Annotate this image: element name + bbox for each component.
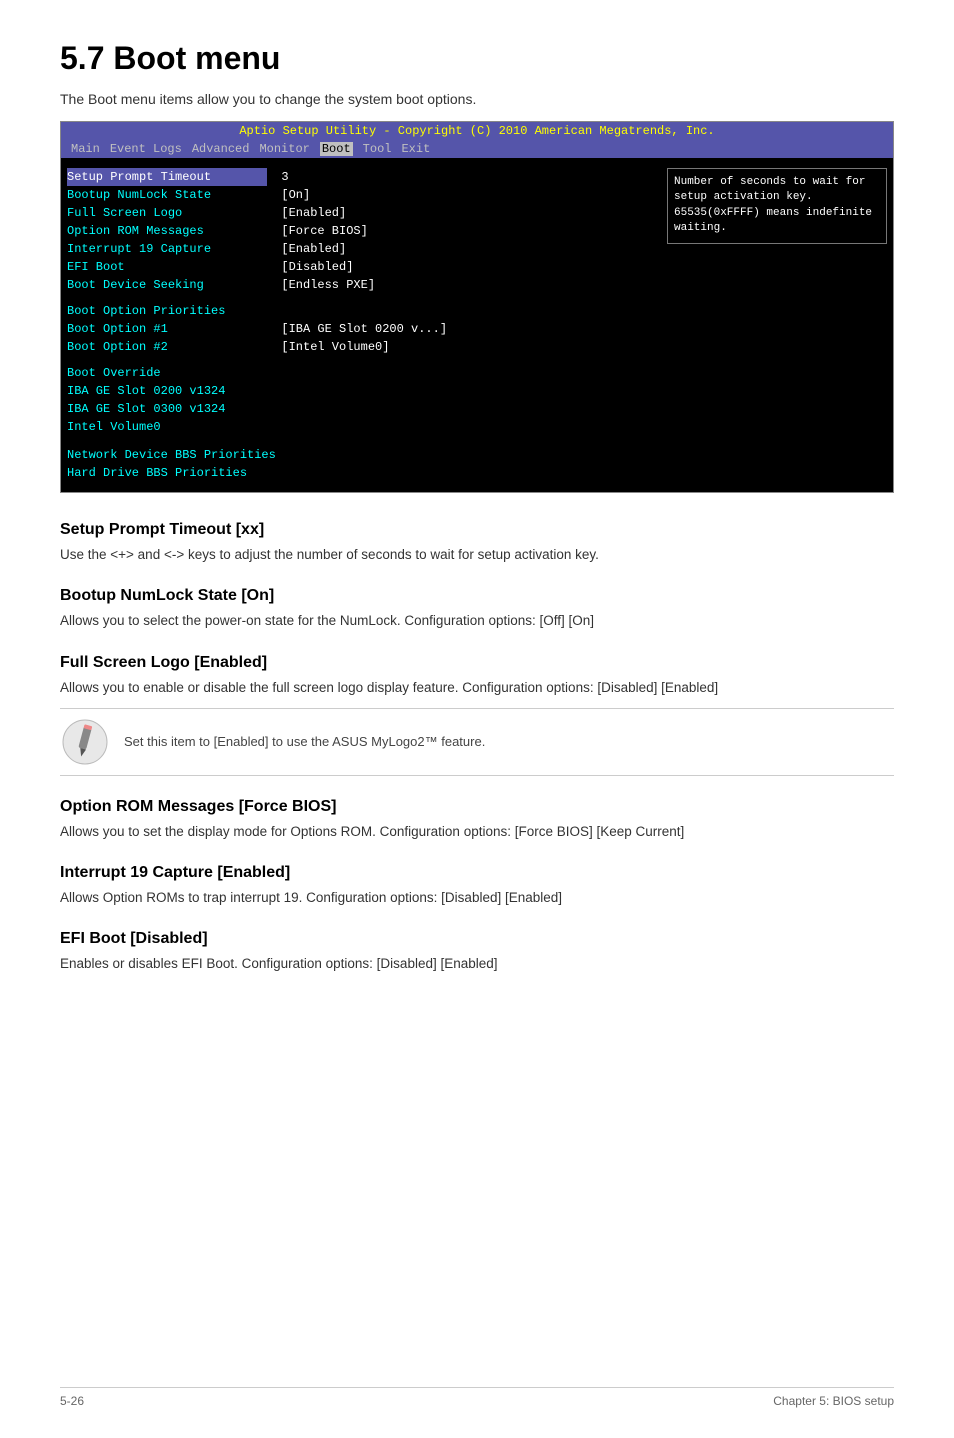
bios-row-2: Full Screen Logo [Enabled]	[67, 204, 657, 222]
bios-network-bbs: Network Device BBS Priorities	[67, 446, 657, 464]
bios-nav: Main Event Logs Advanced Monitor Boot To…	[61, 140, 893, 158]
bios-nav-advanced: Advanced	[192, 142, 250, 156]
bios-row-0: Setup Prompt Timeout 3	[67, 168, 657, 186]
bios-harddrive-bbs: Hard Drive BBS Priorities	[67, 464, 657, 482]
page-footer: 5-26 Chapter 5: BIOS setup	[60, 1387, 894, 1408]
section-body-4: Allows Option ROMs to trap interrupt 19.…	[60, 888, 894, 908]
bios-nav-exit: Exit	[401, 142, 430, 156]
section-setup-prompt-timeout: Setup Prompt Timeout [xx] Use the <+> an…	[60, 521, 894, 565]
section-body-1: Allows you to select the power-on state …	[60, 611, 894, 631]
bios-help-panel: Number of seconds to wait for setup acti…	[667, 168, 887, 244]
footer-page-number: 5-26	[60, 1394, 84, 1408]
bios-nav-tool: Tool	[363, 142, 392, 156]
note-pencil-icon	[60, 717, 110, 767]
section-body-5: Enables or disables EFI Boot. Configurat…	[60, 954, 894, 974]
bios-row-6: Boot Device Seeking [Endless PXE]	[67, 276, 657, 294]
bios-boot-priorities-title: Boot Option Priorities	[67, 304, 657, 318]
bios-nav-eventlogs: Event Logs	[110, 142, 182, 156]
section-heading-4: Interrupt 19 Capture [Enabled]	[60, 864, 894, 882]
bios-boot-override-title: Boot Override	[67, 366, 657, 380]
bios-row-5: EFI Boot [Disabled]	[67, 258, 657, 276]
section-heading-3: Option ROM Messages [Force BIOS]	[60, 798, 894, 816]
section-heading-5: EFI Boot [Disabled]	[60, 930, 894, 948]
section-body-3: Allows you to set the display mode for O…	[60, 822, 894, 842]
bios-override-2: IBA GE Slot 0300 v1324	[67, 400, 657, 418]
intro-text: The Boot menu items allow you to change …	[60, 91, 894, 107]
section-heading-2: Full Screen Logo [Enabled]	[60, 654, 894, 672]
section-option-rom: Option ROM Messages [Force BIOS] Allows …	[60, 798, 894, 842]
note-box: Set this item to [Enabled] to use the AS…	[60, 708, 894, 776]
bios-row-3: Option ROM Messages [Force BIOS]	[67, 222, 657, 240]
section-body-0: Use the <+> and <-> keys to adjust the n…	[60, 545, 894, 565]
bios-row-1: Bootup NumLock State [On]	[67, 186, 657, 204]
bios-header: Aptio Setup Utility - Copyright (C) 2010…	[61, 122, 893, 140]
bios-row-4: Interrupt 19 Capture [Enabled]	[67, 240, 657, 258]
section-heading-0: Setup Prompt Timeout [xx]	[60, 521, 894, 539]
bios-nav-main: Main	[71, 142, 100, 156]
footer-chapter: Chapter 5: BIOS setup	[773, 1394, 894, 1408]
section-bootup-numlock: Bootup NumLock State [On] Allows you to …	[60, 587, 894, 631]
section-full-screen-logo: Full Screen Logo [Enabled] Allows you to…	[60, 654, 894, 776]
bios-left-panel: Setup Prompt Timeout 3 Bootup NumLock St…	[67, 168, 667, 482]
bios-boot-opt2: Boot Option #2 [Intel Volume0]	[67, 338, 657, 356]
note-text: Set this item to [Enabled] to use the AS…	[124, 734, 485, 749]
bios-screen: Aptio Setup Utility - Copyright (C) 2010…	[60, 121, 894, 493]
section-efi-boot: EFI Boot [Disabled] Enables or disables …	[60, 930, 894, 974]
bios-body: Setup Prompt Timeout 3 Bootup NumLock St…	[61, 158, 893, 492]
bios-nav-boot: Boot	[320, 142, 353, 156]
bios-override-1: IBA GE Slot 0200 v1324	[67, 382, 657, 400]
bios-nav-monitor: Monitor	[259, 142, 309, 156]
bios-boot-opt1: Boot Option #1 [IBA GE Slot 0200 v...]	[67, 320, 657, 338]
section-heading-1: Bootup NumLock State [On]	[60, 587, 894, 605]
bios-override-3: Intel Volume0	[67, 418, 657, 436]
page-title: 5.7 Boot menu	[60, 40, 894, 77]
section-interrupt-19: Interrupt 19 Capture [Enabled] Allows Op…	[60, 864, 894, 908]
section-body-2: Allows you to enable or disable the full…	[60, 678, 894, 698]
